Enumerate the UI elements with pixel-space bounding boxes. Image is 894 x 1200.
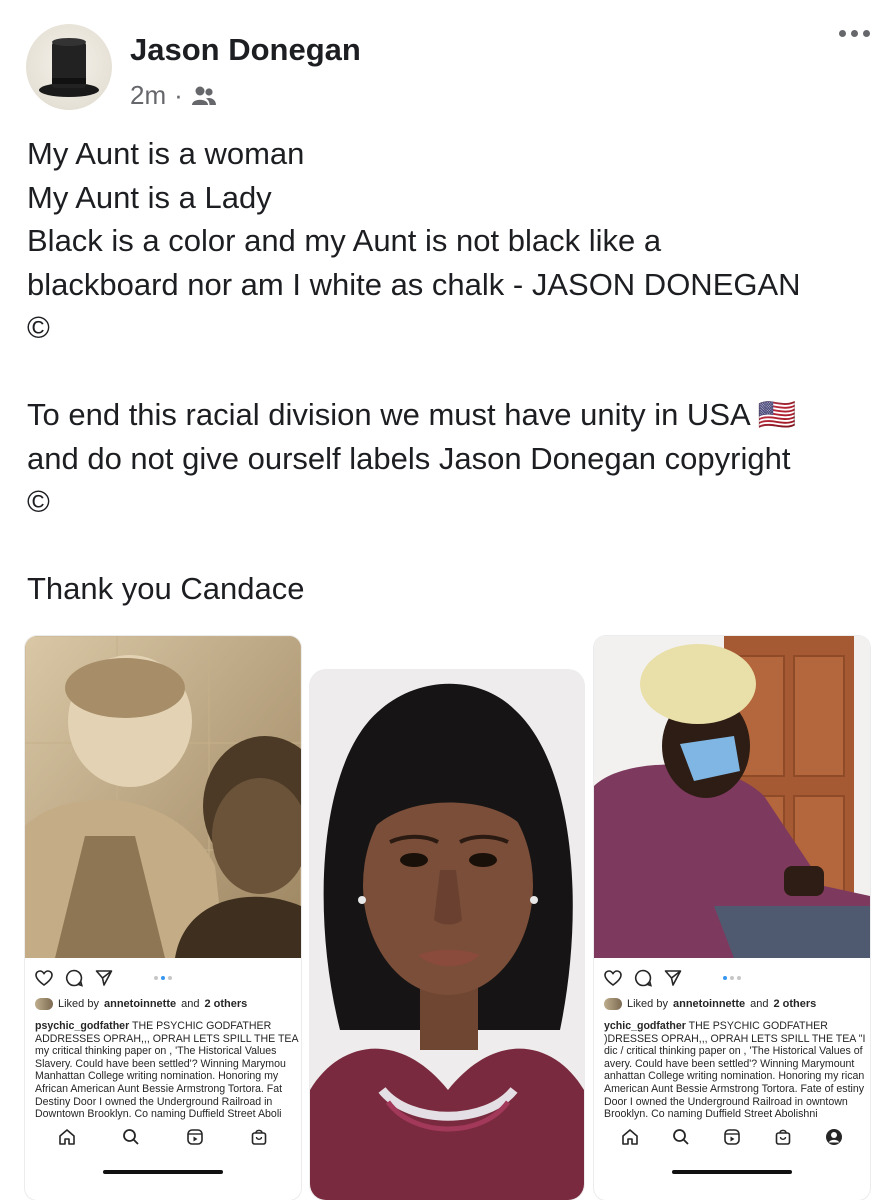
liker-avatars — [604, 998, 622, 1010]
portrait-photo[interactable] — [310, 670, 584, 1200]
post-line: Thank you Candace — [27, 571, 305, 606]
ig-caption: psychic_godfather THE PSYCHIC GODFATHER … — [35, 1020, 301, 1136]
ig-bottom-nav — [25, 1122, 301, 1152]
post-line: and do not give ourself labels Jason Don… — [27, 440, 791, 476]
likes-others[interactable]: 2 others — [773, 998, 816, 1010]
liker-avatars — [35, 998, 53, 1010]
likes-prefix: Liked by — [58, 998, 99, 1010]
likes-and: and — [750, 998, 769, 1010]
post-line: To end this racial division we must have… — [27, 397, 797, 432]
carousel-dots — [25, 976, 301, 980]
post-line: © — [27, 310, 50, 345]
likes-prefix: Liked by — [627, 998, 668, 1010]
post-line: © — [27, 484, 50, 519]
post-text: My Aunt is a woman My Aunt is a Lady Bla… — [27, 132, 867, 611]
post-time[interactable]: 2m — [130, 80, 166, 111]
caption-text: THE PSYCHIC GODFATHER )DRESSES OPRAH,,, … — [604, 1020, 866, 1121]
carousel-dots — [594, 976, 870, 980]
instagram-screenshot-left[interactable]: Liked by annetoinnette and 2 others psyc… — [25, 636, 301, 1200]
search-icon[interactable] — [122, 1128, 140, 1146]
reels-icon[interactable] — [723, 1128, 741, 1146]
post-header: Jason Donegan 2m · — [0, 0, 894, 120]
likes-line: Liked by annetoinnette and 2 others — [35, 998, 297, 1010]
home-indicator — [672, 1170, 792, 1174]
photo-collage[interactable]: Liked by annetoinnette and 2 others psyc… — [0, 636, 894, 1200]
caption-username[interactable]: psychic_godfather — [35, 1020, 129, 1032]
more-options-icon[interactable] — [839, 30, 870, 37]
likes-others[interactable]: 2 others — [204, 998, 247, 1010]
friends-icon[interactable] — [191, 85, 217, 107]
author-name[interactable]: Jason Donegan — [130, 32, 361, 68]
post-line: blackboard nor am I white as chalk - JAS… — [27, 266, 801, 302]
home-icon[interactable] — [621, 1128, 639, 1146]
caption-username[interactable]: ychic_godfather — [604, 1020, 686, 1032]
ig-bottom-nav — [594, 1122, 870, 1152]
home-icon[interactable] — [58, 1128, 76, 1146]
meta-separator: · — [174, 80, 183, 110]
post-meta: 2m · — [130, 80, 217, 111]
post-line: My Aunt is a Lady — [27, 179, 272, 215]
reels-icon[interactable] — [186, 1128, 204, 1146]
profile-icon[interactable] — [825, 1128, 843, 1146]
portrait-image — [310, 670, 584, 1200]
avatar[interactable] — [26, 24, 112, 110]
seated-woman-photo — [594, 636, 870, 958]
post-line: Black is a color and my Aunt is not blac… — [27, 223, 662, 258]
caption-text: THE PSYCHIC GODFATHER ADDRESSES OPRAH,,,… — [35, 1020, 298, 1121]
liker-username[interactable]: annetoinnette — [104, 998, 176, 1010]
ig-caption: ychic_godfather THE PSYCHIC GODFATHER )D… — [604, 1020, 870, 1136]
top-hat-icon — [39, 38, 99, 97]
post-line: My Aunt is a woman — [27, 136, 305, 171]
search-icon[interactable] — [672, 1128, 690, 1146]
likes-line: Liked by annetoinnette and 2 others — [604, 998, 866, 1010]
liker-username[interactable]: annetoinnette — [673, 998, 745, 1010]
shop-icon[interactable] — [774, 1128, 792, 1146]
home-indicator — [103, 1170, 223, 1174]
vintage-sepia-photo — [25, 636, 301, 958]
likes-and: and — [181, 998, 200, 1010]
instagram-screenshot-right[interactable]: Liked by annetoinnette and 2 others ychi… — [594, 636, 870, 1200]
shop-icon[interactable] — [250, 1128, 268, 1146]
